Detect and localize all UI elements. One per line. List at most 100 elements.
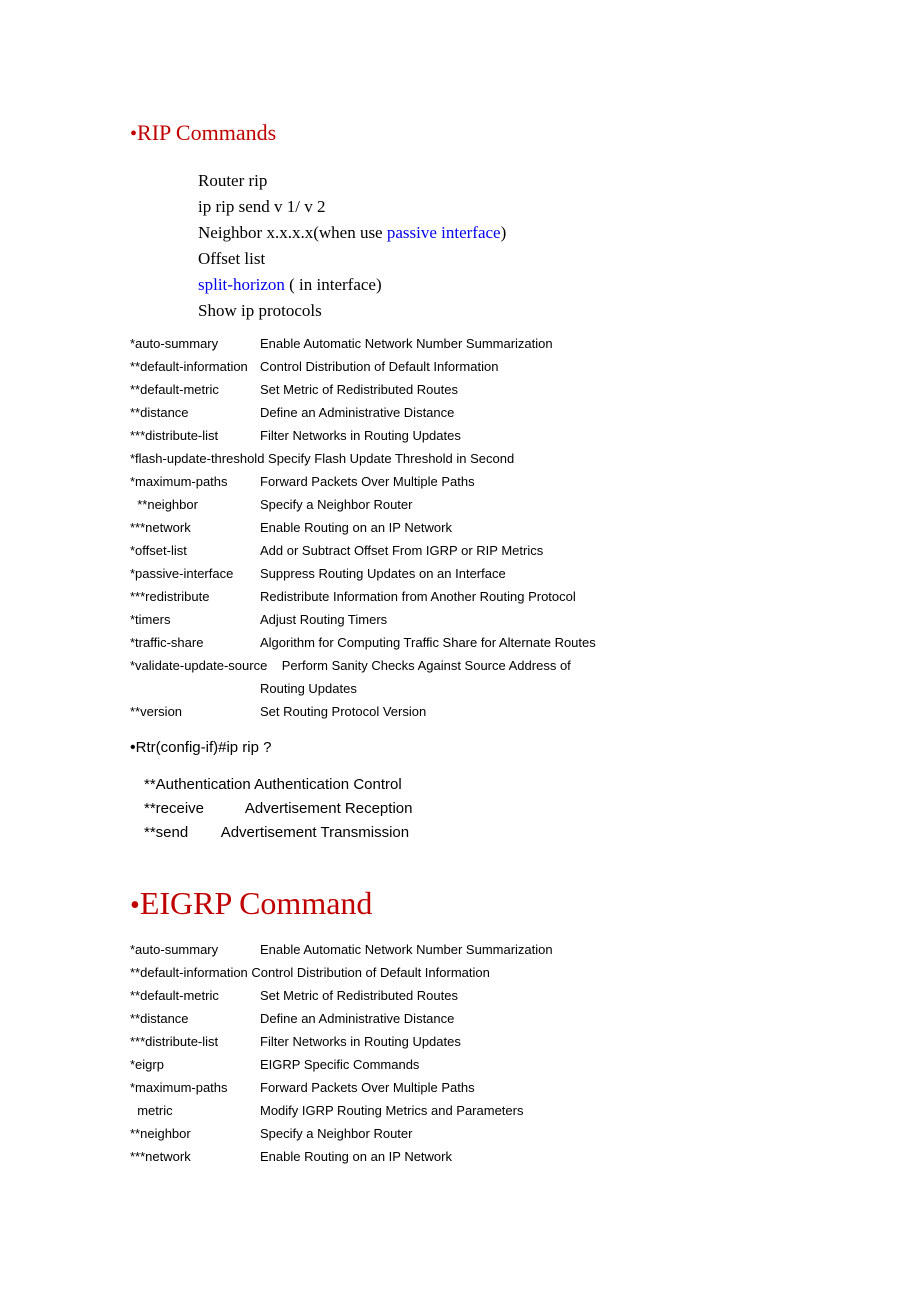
command-desc: Define an Administrative Distance [260, 401, 790, 424]
command-name: *traffic-share [130, 631, 260, 654]
command-name: *maximum-paths [130, 1076, 260, 1099]
command-name: **distance [130, 401, 260, 424]
text: Show ip protocols [198, 301, 322, 320]
command-name: ***network [130, 1145, 260, 1168]
command-name: *eigrp [130, 1053, 260, 1076]
command-name: *maximum-paths [130, 470, 260, 493]
command-row: **default-information Control Distributi… [130, 961, 790, 984]
command-row: *eigrpEIGRP Specific Commands [130, 1053, 790, 1076]
command-row: **default-metricSet Metric of Redistribu… [130, 378, 790, 401]
text: Offset list [198, 249, 265, 268]
command-name: *timers [130, 608, 260, 631]
rip-intro-line: Neighbor x.x.x.x(when use passive interf… [198, 220, 790, 246]
bullet-icon: • [130, 123, 137, 145]
command-desc: Enable Routing on an IP Network [260, 1145, 790, 1168]
command-desc: Specify a Neighbor Router [260, 1122, 790, 1145]
command-name: ***network [130, 516, 260, 539]
iprip-table: **Authentication Authentication Control*… [144, 773, 790, 845]
rip-intro-line: Show ip protocols [198, 298, 790, 324]
command-desc: Filter Networks in Routing Updates [260, 1030, 790, 1053]
command-name: ***distribute-list [130, 1030, 260, 1053]
command-desc: Set Metric of Redistributed Routes [260, 378, 790, 401]
command-row: ***redistributeRedistribute Information … [130, 585, 790, 608]
text: ip rip send v 1/ v 2 [198, 197, 326, 216]
command-name [130, 677, 260, 700]
text: ) [501, 223, 507, 242]
command-desc: Filter Networks in Routing Updates [260, 424, 790, 447]
command-row: ***distribute-listFilter Networks in Rou… [130, 1030, 790, 1053]
command-name: **default-information [130, 355, 260, 378]
command-row: *validate-update-source Perform Sanity C… [130, 654, 790, 677]
command-desc: Algorithm for Computing Traffic Share fo… [260, 631, 790, 654]
rip-intro-line: Router rip [198, 168, 790, 194]
command-name: **neighbor [130, 1122, 260, 1145]
command-desc: Modify IGRP Routing Metrics and Paramete… [260, 1099, 790, 1122]
command-desc: Add or Subtract Offset From IGRP or RIP … [260, 539, 790, 562]
command-name: ***distribute-list [130, 424, 260, 447]
command-name: ***redistribute [130, 585, 260, 608]
command-desc: Enable Automatic Network Number Summariz… [260, 938, 790, 961]
text: ( in interface) [285, 275, 382, 294]
command-row: **default-metricSet Metric of Redistribu… [130, 984, 790, 1007]
rip-intro-line: split-horizon ( in interface) [198, 272, 790, 298]
eigrp-command-table: *auto-summaryEnable Automatic Network Nu… [130, 938, 790, 1168]
command-name: *auto-summary [130, 332, 260, 355]
command-name: **default-metric [130, 984, 260, 1007]
command-row: **versionSet Routing Protocol Version [130, 700, 790, 723]
command-desc: Suppress Routing Updates on an Interface [260, 562, 790, 585]
command-desc: Forward Packets Over Multiple Paths [260, 1076, 790, 1099]
command-row: *timersAdjust Routing Timers [130, 608, 790, 631]
eigrp-heading-title: EIGRP Command [140, 885, 373, 921]
command-row: *traffic-shareAlgorithm for Computing Tr… [130, 631, 790, 654]
command-row: **distanceDefine an Administrative Dista… [130, 401, 790, 424]
rip-heading: •RIP Commands [130, 120, 790, 146]
command-row: **neighborSpecify a Neighbor Router [130, 1122, 790, 1145]
command-name: **default-metric [130, 378, 260, 401]
command-desc: Enable Routing on an IP Network [260, 516, 790, 539]
command-name: *passive-interface [130, 562, 260, 585]
command-row: ***networkEnable Routing on an IP Networ… [130, 1145, 790, 1168]
iprip-row: **send Advertisement Transmission [144, 821, 790, 845]
command-row: *maximum-pathsForward Packets Over Multi… [130, 470, 790, 493]
iprip-row: **receive Advertisement Reception [144, 797, 790, 821]
command-desc: EIGRP Specific Commands [260, 1053, 790, 1076]
command-desc: Specify a Neighbor Router [260, 493, 790, 516]
eigrp-heading: •EIGRP Command [130, 885, 790, 922]
command-row: ***distribute-listFilter Networks in Rou… [130, 424, 790, 447]
command-desc: Redistribute Information from Another Ro… [260, 585, 790, 608]
command-name: *auto-summary [130, 938, 260, 961]
iprip-heading: •Rtr(config-if)#ip rip ? [130, 739, 790, 757]
command-desc: Define an Administrative Distance [260, 1007, 790, 1030]
rip-heading-title: RIP Commands [137, 120, 276, 145]
command-desc: Forward Packets Over Multiple Paths [260, 470, 790, 493]
command-desc: Adjust Routing Timers [260, 608, 790, 631]
command-desc: Routing Updates [260, 677, 790, 700]
command-desc: Enable Automatic Network Number Summariz… [260, 332, 790, 355]
rip-intro-line: ip rip send v 1/ v 2 [198, 194, 790, 220]
command-row: *offset-listAdd or Subtract Offset From … [130, 539, 790, 562]
rip-command-table: *auto-summaryEnable Automatic Network Nu… [130, 332, 790, 723]
command-row: metricModify IGRP Routing Metrics and Pa… [130, 1099, 790, 1122]
rip-intro-line: Offset list [198, 246, 790, 272]
text: Neighbor x.x.x.x(when use [198, 223, 387, 242]
command-row: **neighborSpecify a Neighbor Router [130, 493, 790, 516]
command-name: **version [130, 700, 260, 723]
command-row: *flash-update-threshold Specify Flash Up… [130, 447, 790, 470]
link-text[interactable]: passive interface [387, 223, 501, 242]
text: Router rip [198, 171, 267, 190]
iprip-row: **Authentication Authentication Control [144, 773, 790, 797]
command-row: Routing Updates [130, 677, 790, 700]
rip-intro-block: Router rip ip rip send v 1/ v 2 Neighbor x… [198, 168, 790, 324]
command-row: *auto-summaryEnable Automatic Network Nu… [130, 938, 790, 961]
command-row: *passive-interfaceSuppress Routing Updat… [130, 562, 790, 585]
document-page: •RIP Commands Router rip ip rip send v 1/… [0, 0, 920, 1248]
command-row: *auto-summaryEnable Automatic Network Nu… [130, 332, 790, 355]
link-text[interactable]: split-horizon [198, 275, 285, 294]
command-desc: Set Routing Protocol Version [260, 700, 790, 723]
command-name: **distance [130, 1007, 260, 1030]
command-row: ***networkEnable Routing on an IP Networ… [130, 516, 790, 539]
command-name: *offset-list [130, 539, 260, 562]
command-desc: Control Distribution of Default Informat… [260, 355, 790, 378]
command-desc: Set Metric of Redistributed Routes [260, 984, 790, 1007]
command-row: **default-informationControl Distributio… [130, 355, 790, 378]
